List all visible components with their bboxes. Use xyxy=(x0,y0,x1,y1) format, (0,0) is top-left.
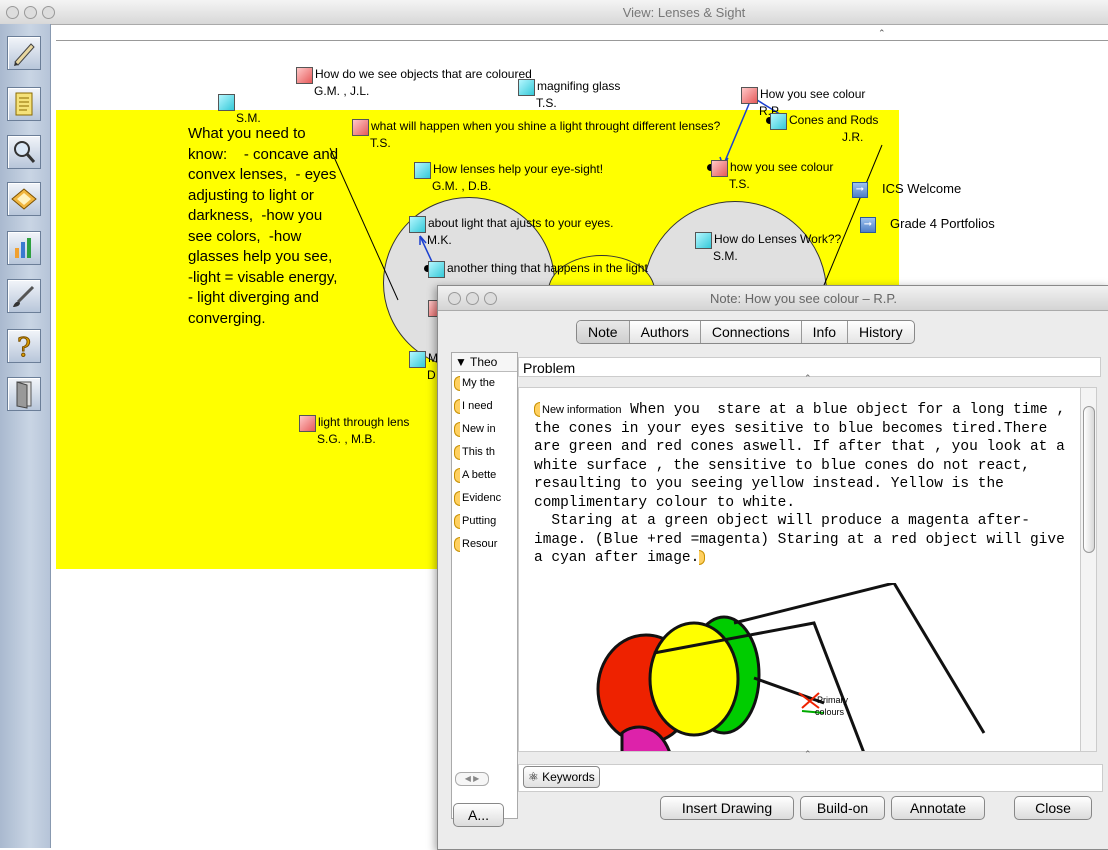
note-body-text: When you stare at a blue object for a lo… xyxy=(534,402,1066,566)
note-shine-light-lenses[interactable]: what will happen when you shine a light … xyxy=(352,119,720,150)
scaffold-label: New information xyxy=(542,404,622,416)
scaffold-item[interactable]: Putting xyxy=(452,510,517,533)
scaffold-item[interactable]: This th xyxy=(452,441,517,464)
keywords-button[interactable]: ⚛ Keywords xyxy=(523,766,600,788)
scaffold-item[interactable]: A bette xyxy=(452,464,517,487)
note-vertical-scrollbar[interactable] xyxy=(1080,387,1097,752)
link-arrow-icon: ➞ xyxy=(860,216,876,233)
scaffold-item[interactable]: Evidenc xyxy=(452,487,517,510)
note-icon xyxy=(218,94,235,111)
close-button[interactable]: Close xyxy=(1014,796,1092,820)
tab-authors[interactable]: Authors xyxy=(628,321,700,343)
note-partial-m[interactable]: MD xyxy=(409,351,438,382)
annotate-button[interactable]: Annotate xyxy=(891,796,985,820)
scaffold-item[interactable]: New in xyxy=(452,418,517,441)
note-icon xyxy=(409,216,426,233)
link-arrow-icon: ➞ xyxy=(852,181,868,198)
note-icon xyxy=(414,162,431,179)
problem-scroll-caret[interactable]: ⌃ xyxy=(804,373,812,384)
horizontal-scroll-control[interactable]: ◀ ▶ xyxy=(455,772,489,786)
note-icon xyxy=(409,351,426,368)
note-magnifing-glass[interactable]: magnifing glass T.S. xyxy=(518,79,620,110)
colour-drawing[interactable]: Primary colours xyxy=(534,583,1054,752)
note-text-area[interactable]: New information When you stare at a blue… xyxy=(518,387,1082,752)
note-icon xyxy=(770,113,787,130)
scaffold-header[interactable]: ▼ Theo xyxy=(452,353,517,372)
note-how-you-see-colour-ts[interactable]: how you see colour T.S. xyxy=(707,160,833,191)
what-you-need-to-know-text: What you need to know: - concave and con… xyxy=(188,125,346,327)
tab-history[interactable]: History xyxy=(847,321,914,343)
link-ics-welcome[interactable]: ➞ ICS Welcome xyxy=(852,181,961,198)
scaffold-item[interactable]: I need xyxy=(452,395,517,418)
drawing-label-colours: colours xyxy=(815,707,845,717)
tab-connections[interactable]: Connections xyxy=(699,321,801,343)
tab-info[interactable]: Info xyxy=(800,321,847,343)
note-window-title: Note: How you see colour – R.P. xyxy=(710,291,897,306)
author-button[interactable]: A... xyxy=(453,803,504,827)
note-icon xyxy=(518,79,535,96)
insert-drawing-button[interactable]: Insert Drawing xyxy=(660,796,794,820)
drawing-label-primary: Primary xyxy=(817,695,848,705)
text-scroll-caret[interactable]: ⌃ xyxy=(804,749,812,760)
note-window: Note: How you see colour – R.P. Note Aut… xyxy=(437,285,1108,850)
build-on-button[interactable]: Build-on xyxy=(800,796,885,820)
note-cones-and-rods[interactable]: Cones and Rods J.R. xyxy=(766,113,878,144)
scaffold-item[interactable]: Resour xyxy=(452,533,517,556)
note-icon xyxy=(695,232,712,249)
scaffold-list-pane: ▼ Theo My the I need New in This th A be… xyxy=(451,352,518,819)
tab-note[interactable]: Note xyxy=(577,321,629,343)
note-sm[interactable]: S.M. xyxy=(218,94,261,125)
note-body[interactable]: New information When you stare at a blue… xyxy=(534,401,1069,568)
note-icon xyxy=(711,160,728,177)
note-icon xyxy=(299,415,316,432)
note-how-do-lenses-work[interactable]: How do Lenses Work?? S.M. xyxy=(695,232,841,263)
note-tabs: Note Authors Connections Info History xyxy=(576,320,915,344)
note-how-do-we-see-objects[interactable]: How do we see objects that are coloured G… xyxy=(296,67,532,98)
scaffold-item[interactable]: My the xyxy=(452,372,517,395)
note-icon xyxy=(352,119,369,136)
note-light-through-lens[interactable]: light through lens S.G. , M.B. xyxy=(299,415,409,446)
note-icon xyxy=(428,261,445,278)
note-how-lenses-help[interactable]: How lenses help your eye-sight! G.M. , D.… xyxy=(414,162,603,193)
note-icon xyxy=(741,87,758,104)
key-icon: ⚛ xyxy=(528,770,539,784)
note-icon xyxy=(296,67,313,84)
note-window-title-bar: Note: How you see colour – R.P. xyxy=(438,286,1108,311)
note-about-light[interactable]: about light that ajusts to your eyes. M.K… xyxy=(409,216,613,247)
note-another-thing[interactable]: another thing that happens in the light xyxy=(424,261,648,278)
keywords-row xyxy=(518,764,1103,792)
link-grade-4-portfolios[interactable]: ➞ Grade 4 Portfolios xyxy=(860,216,995,233)
